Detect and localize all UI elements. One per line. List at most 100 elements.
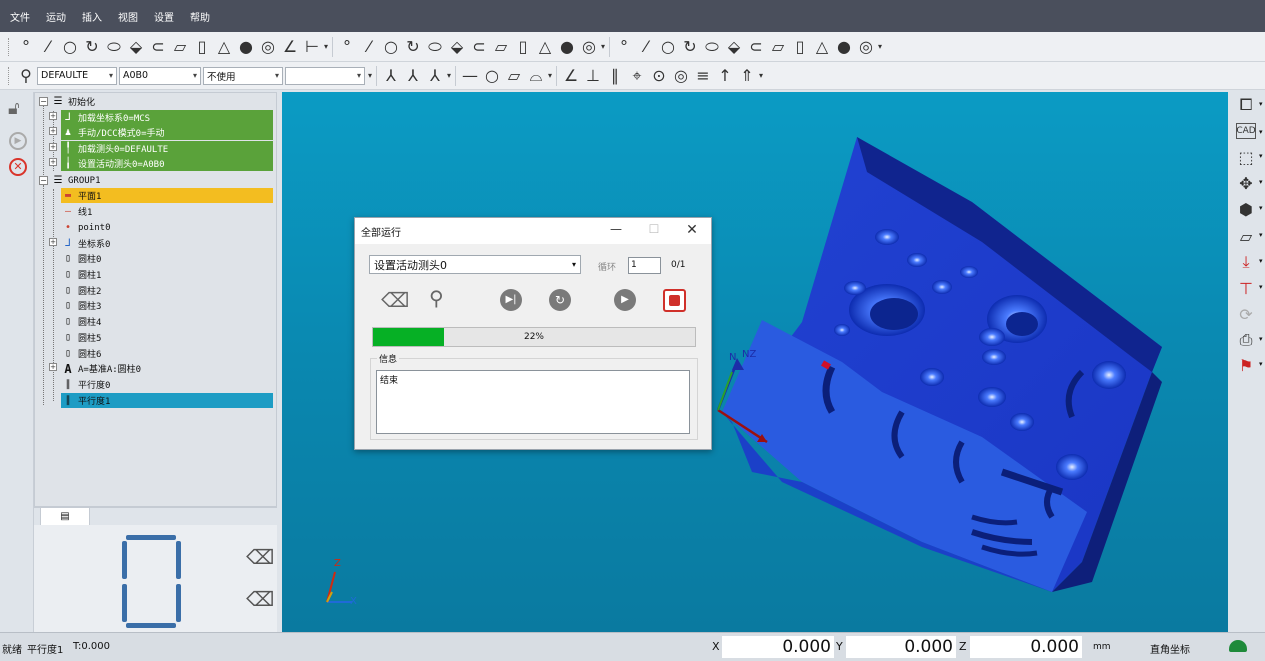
circle-construct-icon[interactable]: ○ <box>380 36 402 58</box>
stop-icon[interactable]: ✕ <box>9 158 27 176</box>
angularity-icon[interactable]: ∠ <box>560 65 582 87</box>
step-combo[interactable]: 设置活动测头0 ▾ <box>369 255 581 274</box>
tree-node-cyl2[interactable]: ▯ 圆柱2 <box>61 283 101 298</box>
loop-input[interactable]: 1 <box>628 257 661 274</box>
distance-icon[interactable]: ⊢ <box>301 36 323 58</box>
arc-auto-icon[interactable]: ↻ <box>679 36 701 58</box>
torus-icon[interactable]: ◎ <box>257 36 279 58</box>
concentricity-icon[interactable]: ⊙ <box>648 65 670 87</box>
plane-icon[interactable]: ⬙ <box>125 36 147 58</box>
cone-icon[interactable]: △ <box>213 36 235 58</box>
rotate-icon[interactable]: ⟳ <box>1232 303 1260 325</box>
ellipse-construct-icon[interactable]: ⬭ <box>424 36 446 58</box>
eraser-icon[interactable]: ⌫ <box>381 288 409 312</box>
slot-icon[interactable]: ⊂ <box>147 36 169 58</box>
toolbar-grip[interactable] <box>8 66 11 85</box>
tab-program-tree[interactable]: ▤ <box>40 508 90 526</box>
chevron-down-icon[interactable]: ▾ <box>1259 204 1263 212</box>
slot-auto-icon[interactable]: ⊂ <box>745 36 767 58</box>
pan-icon[interactable]: ✥ <box>1232 172 1260 194</box>
tree-node-manual-dcc[interactable]: ♟ 手动/DCC模式0=手动 <box>61 125 273 140</box>
sphere-auto-icon[interactable]: ● <box>833 36 855 58</box>
cone-construct-icon[interactable]: △ <box>534 36 556 58</box>
rect-icon[interactable]: ▱ <box>169 36 191 58</box>
toolbar-dropdown-7[interactable]: ▾ <box>758 71 764 80</box>
probe-icon[interactable]: ⚲ <box>15 65 37 87</box>
axis-rotate-icon[interactable]: ⅄ <box>402 65 424 87</box>
chevron-down-icon[interactable]: ▾ <box>1259 152 1263 160</box>
tree-node-load-csys[interactable]: ⅃ 加载坐标系0=MCS <box>61 110 273 125</box>
stop-button[interactable] <box>663 289 686 312</box>
straightness-icon[interactable]: — <box>459 65 481 87</box>
position-icon[interactable]: ⌖ <box>626 65 648 87</box>
expand-toggle[interactable]: + <box>49 363 57 371</box>
perpendicularity-icon[interactable]: ⊥ <box>582 65 604 87</box>
menu-help[interactable]: 帮助 <box>188 7 212 26</box>
point-auto-icon[interactable]: ° <box>613 36 635 58</box>
line-construct-icon[interactable]: ⁄ <box>358 36 380 58</box>
eraser-icon[interactable]: ⌫ <box>246 587 274 611</box>
tree-node-cyl0[interactable]: ▯ 圆柱0 <box>61 251 101 266</box>
report-icon[interactable]: ⊤ <box>1232 277 1260 299</box>
chevron-down-icon[interactable]: ▾ <box>1259 257 1263 265</box>
point-construct-icon[interactable]: ° <box>336 36 358 58</box>
tree-node-cyl3[interactable]: ▯ 圆柱3 <box>61 298 101 313</box>
loop-icon[interactable]: ↻ <box>549 289 571 311</box>
label-icon[interactable]: ⚑ <box>1232 354 1260 376</box>
tree-node-load-probe[interactable]: ╿ 加载测头0=DEFAULTE <box>61 141 273 156</box>
runout-icon[interactable]: ↑ <box>714 65 736 87</box>
profile-icon[interactable]: ⌓ <box>525 65 547 87</box>
rect-auto-icon[interactable]: ▱ <box>767 36 789 58</box>
play-icon[interactable]: ▶ <box>9 132 27 150</box>
cube-view-icon[interactable]: ⬚ <box>1232 146 1260 168</box>
minimize-button[interactable]: — <box>607 222 625 240</box>
tip-combo[interactable]: A0B0 ▾ <box>119 66 201 85</box>
expand-toggle[interactable]: + <box>49 143 57 151</box>
tree-node-parallel0[interactable]: ∥ 平行度0 <box>61 377 111 392</box>
chevron-down-icon[interactable]: ▾ <box>1259 128 1263 136</box>
sphere-construct-icon[interactable]: ● <box>556 36 578 58</box>
collapse-toggle[interactable]: − <box>39 97 48 106</box>
toolbar-dropdown-4[interactable]: ▾ <box>367 71 373 80</box>
toolbar-dropdown-2[interactable]: ▾ <box>600 42 606 51</box>
probe-combo[interactable]: DEFAULTE ▾ <box>37 66 117 85</box>
expand-toggle[interactable]: + <box>49 112 57 120</box>
expand-toggle[interactable]: + <box>49 238 57 246</box>
parallelism-icon[interactable]: ∥ <box>604 65 626 87</box>
coord-mode-label[interactable]: 直角坐标 <box>1150 641 1190 656</box>
chevron-down-icon[interactable]: ▾ <box>1259 283 1263 291</box>
zoom-fit-icon[interactable]: ⧠ <box>1232 94 1260 116</box>
sphere-icon[interactable]: ● <box>235 36 257 58</box>
chevron-down-icon[interactable]: ▾ <box>1259 335 1263 343</box>
axis-align-icon[interactable]: ⅄ <box>380 65 402 87</box>
tree-node-cyl1[interactable]: ▯ 圆柱1 <box>61 267 101 282</box>
plane-construct-icon[interactable]: ⬙ <box>446 36 468 58</box>
step-next-icon[interactable]: ▶| <box>500 289 522 311</box>
cylinder-construct-icon[interactable]: ▯ <box>512 36 534 58</box>
iso-view-icon[interactable]: ⬢ <box>1232 198 1260 220</box>
point-icon[interactable]: ° <box>15 36 37 58</box>
line-icon[interactable]: ⁄ <box>37 36 59 58</box>
chevron-down-icon[interactable]: ▾ <box>1259 360 1263 368</box>
save-icon[interactable]: ⎙ <box>1232 329 1260 351</box>
tree-node-datum-a[interactable]: A A=基准A:圆柱0 <box>61 361 141 376</box>
cad-icon[interactable]: CAD <box>1236 123 1256 139</box>
eraser-icon[interactable]: ⌫ <box>246 545 274 569</box>
axis-translate-icon[interactable]: ⅄ <box>424 65 446 87</box>
tree-node-point0[interactable]: • point0 <box>61 220 111 235</box>
arc-construct-icon[interactable]: ↻ <box>402 36 424 58</box>
feature-display-icon[interactable]: ▱ <box>1232 225 1260 247</box>
toolbar-dropdown-1[interactable]: ▾ <box>323 42 329 51</box>
tree-node-plane1[interactable]: ▬ 平面1 <box>61 188 273 203</box>
tree-node-group1[interactable]: ☰ GROUP1 <box>51 173 101 188</box>
tree-node-cyl5[interactable]: ▯ 圆柱5 <box>61 330 101 345</box>
total-runout-icon[interactable]: ⇑ <box>736 65 758 87</box>
menu-insert[interactable]: 插入 <box>80 7 104 26</box>
chevron-down-icon[interactable]: ▾ <box>1259 231 1263 239</box>
toolbar-dropdown-6[interactable]: ▾ <box>547 71 553 80</box>
toolbar-dropdown-5[interactable]: ▾ <box>446 71 452 80</box>
close-button[interactable]: ✕ <box>683 222 701 240</box>
circle-auto-icon[interactable]: ○ <box>657 36 679 58</box>
menu-motion[interactable]: 运动 <box>44 7 68 26</box>
torus-construct-icon[interactable]: ◎ <box>578 36 600 58</box>
